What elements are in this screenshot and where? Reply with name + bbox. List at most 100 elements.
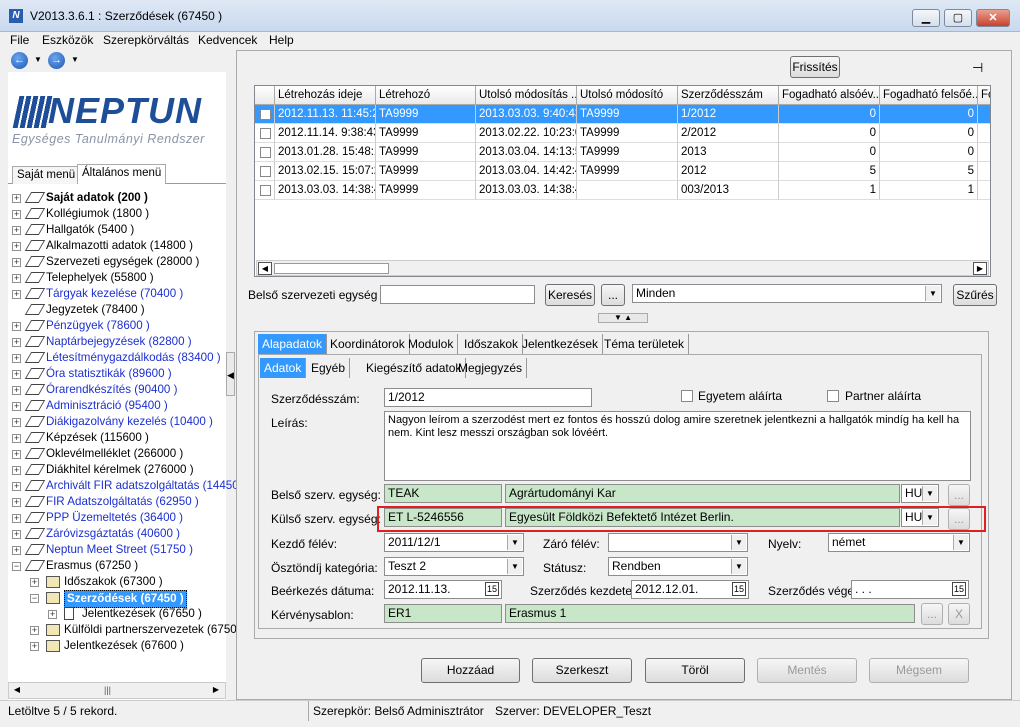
expand-icon[interactable]: + — [12, 194, 21, 203]
edit-button[interactable]: Szerkeszt — [532, 658, 632, 683]
tab-tabs1-3[interactable]: Időszakok — [460, 334, 524, 354]
expand-icon[interactable]: + — [12, 546, 21, 555]
row-select-cell[interactable] — [255, 143, 275, 162]
chevron-down-icon[interactable]: ▼ — [731, 535, 746, 550]
filter-dots-button[interactable]: ... — [601, 284, 625, 306]
table-row[interactable]: 2013.02.15. 15:07:2 TA9999 2013.03.04. 14:… — [255, 162, 990, 181]
table-row[interactable]: 2012.11.14. 9:38:43 TA9999 2013.02.22. 10:… — [255, 124, 990, 143]
refresh-button[interactable]: Frissítés — [790, 56, 840, 78]
table-row[interactable]: 2012.11.13. 11:45:2 TA9999 2013.03.03. 9:4… — [255, 105, 990, 124]
row-select-cell[interactable] — [255, 105, 275, 124]
filter-combo[interactable]: Minden ▼ — [632, 284, 942, 303]
grid-column-header[interactable]: Fogadható felsőé... — [880, 86, 978, 105]
row-checkbox[interactable] — [260, 128, 271, 139]
row-checkbox[interactable] — [260, 166, 271, 177]
calendar-icon[interactable]: 15 — [952, 582, 966, 596]
collapse-panel-icon[interactable]: ◀ — [226, 352, 235, 396]
start-semester-select[interactable]: 2011/12/1 ▼ — [384, 533, 524, 552]
description-textarea[interactable]: Nagyon leírom a szerzodést mert ez fonto… — [384, 411, 971, 481]
back-dropdown-icon[interactable]: ▼ — [34, 55, 42, 64]
grid-scroll-right-icon[interactable]: ▶ — [973, 262, 987, 275]
menu-role-switch[interactable]: Szerepkörváltás — [103, 33, 189, 47]
internal-unit-dots-button[interactable]: ... — [948, 484, 970, 506]
row-select-cell[interactable] — [255, 181, 275, 200]
chevron-down-icon[interactable]: ▼ — [925, 286, 940, 301]
grid-column-header[interactable]: Utolsó módosítás ... — [476, 86, 577, 105]
expand-icon[interactable]: + — [30, 578, 39, 587]
expand-icon[interactable]: + — [12, 482, 21, 491]
expand-icon[interactable]: + — [12, 450, 21, 459]
search-button[interactable]: Keresés — [545, 284, 595, 306]
calendar-icon[interactable]: 15 — [485, 582, 499, 596]
add-button[interactable]: Hozzáad — [421, 658, 520, 683]
expand-icon[interactable]: + — [12, 514, 21, 523]
row-select-cell[interactable] — [255, 124, 275, 143]
scroll-grip-icon[interactable]: ||| — [104, 685, 111, 695]
grid-horizontal-scrollbar[interactable]: ◀ ▶ — [256, 260, 989, 276]
chevron-down-icon[interactable]: ▼ — [507, 559, 522, 574]
row-checkbox[interactable] — [260, 185, 271, 196]
collapse-icon[interactable]: − — [30, 594, 39, 603]
tab-tabs1-5[interactable]: Téma területek — [600, 334, 690, 354]
chevron-down-icon[interactable]: ▼ — [953, 535, 968, 550]
status-select[interactable]: Rendben ▼ — [608, 557, 748, 576]
expand-icon[interactable]: + — [12, 258, 21, 267]
save-button[interactable]: Mentés — [757, 658, 857, 683]
expand-icon[interactable]: + — [12, 242, 21, 251]
filter-input[interactable] — [380, 285, 535, 304]
university-signed-checkbox[interactable] — [681, 390, 693, 402]
table-row[interactable]: 2013.03.03. 14:38:4 TA9999 2013.03.03. 14:… — [255, 181, 990, 200]
expand-icon[interactable]: + — [12, 210, 21, 219]
tab-tabs2-2[interactable]: Kiegészítő adatok — [362, 358, 467, 378]
scholarship-category-select[interactable]: Teszt 2 ▼ — [384, 557, 524, 576]
menu-file[interactable]: File — [10, 33, 29, 47]
tab-own-menu[interactable]: Saját menü — [12, 166, 81, 184]
splitter-arrows-icon[interactable]: ▼ ▲ — [598, 313, 648, 323]
expand-icon[interactable]: + — [12, 498, 21, 507]
maximize-button[interactable]: ▢ — [944, 9, 972, 27]
expand-icon[interactable]: + — [12, 466, 21, 475]
scroll-right-icon[interactable]: ▶ — [209, 684, 223, 697]
internal-unit-lang-select[interactable]: HU ▼ — [901, 484, 939, 503]
row-checkbox[interactable] — [260, 109, 271, 120]
expand-icon[interactable]: + — [12, 338, 21, 347]
expand-icon[interactable]: + — [12, 226, 21, 235]
expand-icon[interactable]: + — [30, 626, 39, 635]
expand-icon[interactable]: + — [12, 370, 21, 379]
menu-tools[interactable]: Eszközök — [42, 33, 93, 47]
chevron-down-icon[interactable]: ▼ — [922, 486, 937, 501]
close-button[interactable]: ✕ — [976, 9, 1010, 27]
expand-icon[interactable]: + — [12, 386, 21, 395]
tab-tabs2-0[interactable]: Adatok — [260, 358, 307, 378]
menu-help[interactable]: Help — [269, 33, 294, 47]
collapse-icon[interactable]: − — [12, 562, 21, 571]
forward-dropdown-icon[interactable]: ▼ — [71, 55, 79, 64]
cancel-button[interactable]: Mégsem — [869, 658, 969, 683]
request-template-clear-button[interactable]: X — [948, 603, 970, 625]
grid-column-header[interactable]: Utolsó módosító — [577, 86, 678, 105]
chevron-down-icon[interactable]: ▼ — [731, 559, 746, 574]
grid-scroll-thumb[interactable] — [274, 263, 389, 274]
expand-icon[interactable]: + — [48, 610, 57, 619]
tab-general-menu[interactable]: Általános menü — [77, 164, 167, 184]
filter-button[interactable]: Szűrés — [953, 284, 997, 306]
expand-icon[interactable]: + — [12, 322, 21, 331]
tree-horizontal-scrollbar[interactable]: ◀ ||| ▶ — [8, 682, 226, 699]
delete-button[interactable]: Töröl — [645, 658, 745, 683]
expand-icon[interactable]: + — [12, 354, 21, 363]
tab-tabs1-2[interactable]: Modulok — [404, 334, 459, 354]
scroll-left-icon[interactable]: ◀ — [10, 684, 24, 697]
grid-column-header[interactable]: Fo — [978, 86, 990, 105]
expand-icon[interactable]: + — [30, 642, 39, 651]
contract-start-input[interactable]: 2012.12.01. 15 — [631, 580, 749, 599]
grid-column-header[interactable]: Létrehozás ideje — [275, 86, 376, 105]
grid-column-header[interactable]: Létrehozó — [376, 86, 476, 105]
tab-tabs1-1[interactable]: Koordinátorok — [326, 334, 410, 354]
expand-icon[interactable]: + — [12, 530, 21, 539]
grid-column-header[interactable]: Fogadható alsóév... — [779, 86, 880, 105]
tab-tabs2-1[interactable]: Egyéb — [307, 358, 351, 378]
expand-icon[interactable]: + — [12, 290, 21, 299]
contract-end-input[interactable]: . . . 15 — [851, 580, 969, 599]
menu-favorites[interactable]: Kedvencek — [198, 33, 257, 47]
language-select[interactable]: német ▼ — [828, 533, 970, 552]
